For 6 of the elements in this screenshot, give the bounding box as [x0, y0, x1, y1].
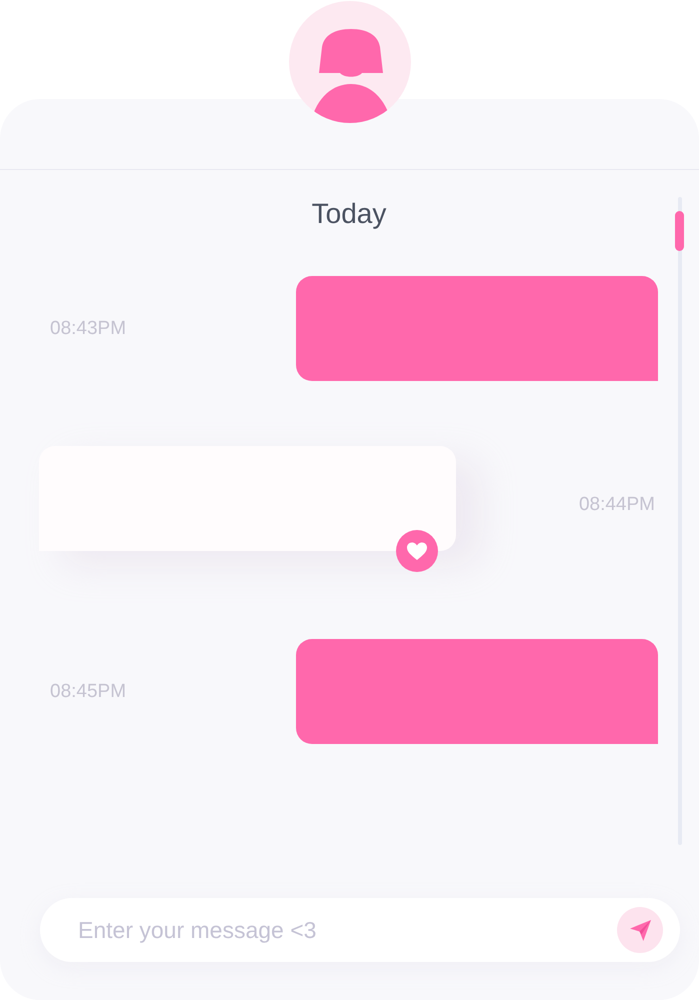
- scrollbar-thumb[interactable]: [675, 211, 684, 251]
- date-label: Today: [312, 198, 386, 230]
- send-icon: [630, 920, 650, 940]
- message-composer[interactable]: Enter your message <3: [40, 898, 680, 962]
- message-input-field[interactable]: Enter your message <3: [78, 915, 605, 945]
- send-button[interactable]: [617, 907, 663, 953]
